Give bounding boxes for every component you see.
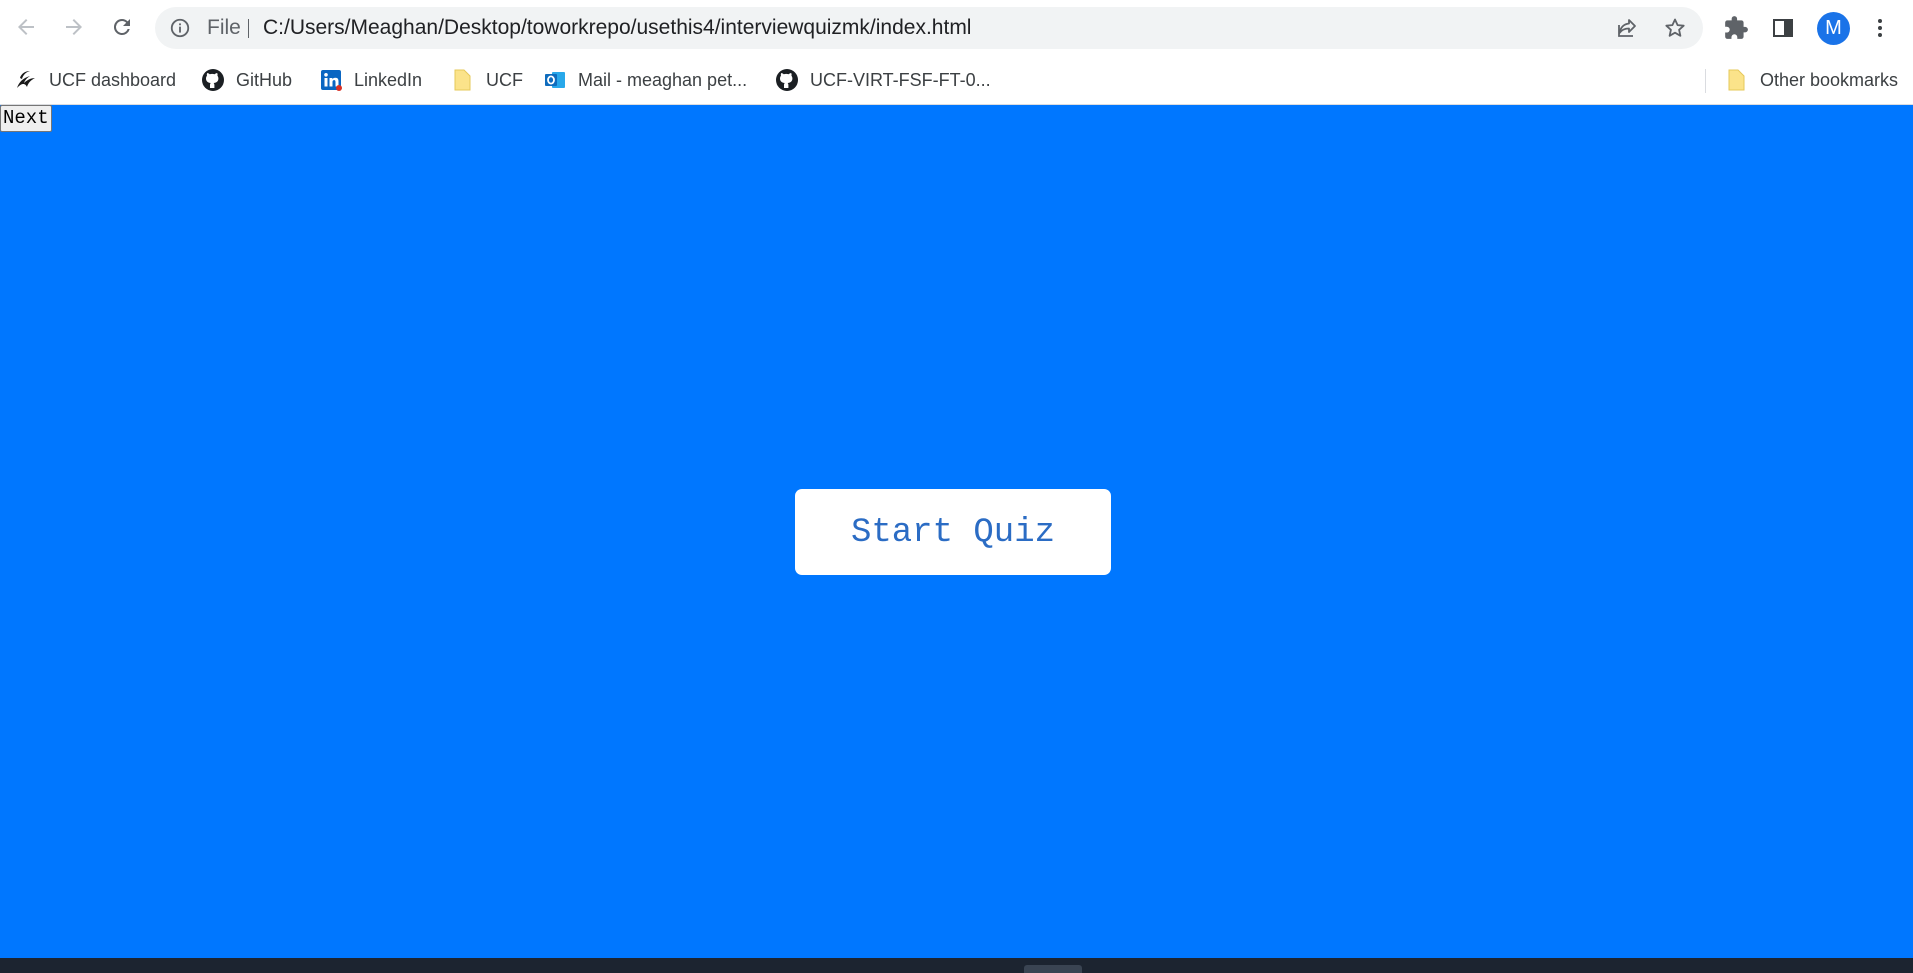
browser-menu-button[interactable] (1866, 14, 1894, 42)
browser-toolbar: File C:/Users/Meaghan/Desktop/toworkrepo… (0, 0, 1913, 57)
omnibox-divider (248, 19, 249, 38)
os-taskbar (0, 958, 1913, 973)
extensions-button[interactable] (1722, 14, 1750, 42)
arrow-right-icon (66, 19, 82, 35)
github-icon (775, 68, 799, 92)
bookmark-github-class-repo[interactable]: UCF-VIRT-FSF-FT-0... (775, 65, 991, 95)
outlook-icon (543, 68, 567, 92)
folder-icon (1725, 68, 1749, 92)
back-button[interactable] (8, 9, 44, 45)
bookmark-label: UCF dashboard (49, 69, 177, 90)
bookmark-github[interactable]: GitHub (201, 65, 292, 95)
forward-button[interactable] (56, 9, 92, 45)
bookmarks-bar: UCF dashboard GitHub LinkedIn UCF Mail -… (0, 57, 1913, 105)
other-bookmarks-label: Other bookmarks (1760, 69, 1899, 90)
bookmarks-separator (1705, 69, 1706, 93)
address-bar[interactable]: File C:/Users/Meaghan/Desktop/toworkrepo… (155, 7, 1703, 49)
puzzle-icon (1725, 16, 1748, 39)
side-panel-icon (1773, 19, 1793, 37)
next-button[interactable]: Next (0, 105, 52, 132)
github-icon (201, 68, 225, 92)
taskbar-app-indicator[interactable] (1024, 965, 1082, 973)
bookmark-label: GitHub (236, 69, 293, 90)
bookmark-label: Mail - meaghan pet... (578, 69, 748, 90)
info-icon[interactable] (169, 17, 191, 39)
bookmark-outlook-mail[interactable]: Mail - meaghan pet... (543, 65, 747, 95)
folder-icon (451, 68, 475, 92)
other-bookmarks[interactable]: Other bookmarks (1725, 65, 1898, 95)
quiz-page: Next Start Quiz (0, 105, 1913, 958)
bookmark-label: UCF (486, 69, 523, 90)
url-scheme-label: File (207, 16, 241, 39)
bookmark-label: LinkedIn (354, 69, 423, 90)
bookmark-label: UCF-VIRT-FSF-FT-0... (810, 69, 991, 90)
reload-button[interactable] (104, 9, 140, 45)
star-icon[interactable] (1663, 16, 1687, 40)
share-icon[interactable] (1615, 16, 1639, 40)
arrow-left-icon (18, 19, 34, 35)
url-text[interactable]: C:/Users/Meaghan/Desktop/toworkrepo/uset… (263, 7, 971, 49)
linkedin-icon (319, 68, 343, 92)
bookmark-ucf-dashboard[interactable]: UCF dashboard (14, 65, 176, 95)
ucf-pegasus-icon (14, 68, 38, 92)
profile-avatar[interactable]: M (1817, 12, 1850, 45)
reload-icon (113, 18, 130, 35)
bookmark-folder-ucf[interactable]: UCF (451, 65, 523, 95)
bookmark-linkedin[interactable]: LinkedIn (319, 65, 422, 95)
kebab-menu-icon (1878, 19, 1882, 37)
start-quiz-button[interactable]: Start Quiz (795, 489, 1111, 575)
side-panel-button[interactable] (1769, 14, 1797, 42)
